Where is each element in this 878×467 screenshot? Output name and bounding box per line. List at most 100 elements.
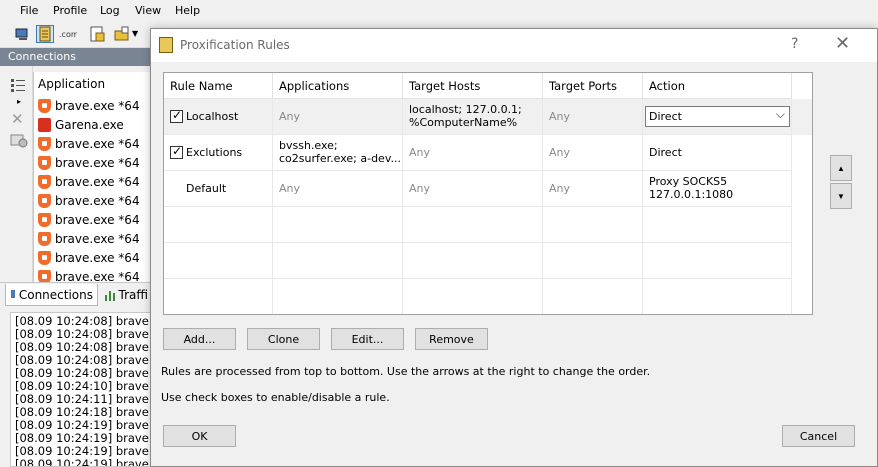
tab-traffic-label: Traffi [118,288,148,302]
rule-row-exclutions[interactable]: Exclutions bvssh.exe; co2surfer.exe; a-d… [164,135,812,171]
menu-log[interactable]: Log [100,4,120,17]
connections-header: Connections [0,48,152,66]
rule-apps-line-2: co2surfer.exe; a-dev... [279,152,401,165]
action-select[interactable]: Direct ⌵ [645,106,790,127]
clone-button[interactable]: Clone [247,328,320,350]
close-connection-icon[interactable]: ✕ [11,110,24,128]
tab-traffic[interactable]: Traffi [100,284,152,306]
brave-icon [38,155,51,170]
add-button[interactable]: Add... [163,328,236,350]
list-item[interactable]: brave.exe *64 [38,96,140,115]
application-name: brave.exe *64 [55,155,140,170]
side-toolbar: ▸ ✕ [0,66,33,282]
brave-icon [38,174,51,189]
new-profile-icon[interactable] [88,25,106,43]
cancel-button[interactable]: Cancel [782,425,855,447]
tab-connections-label: Connections [18,287,93,302]
application-name: brave.exe *64 [55,269,140,283]
ok-button[interactable]: OK [163,425,236,447]
brave-icon [38,136,51,151]
rule-target-hosts: Any [403,171,543,207]
traffic-tab-icon [105,291,115,301]
rules-icon[interactable] [36,25,54,43]
rule-name: Localhost [164,99,273,135]
menu-file[interactable]: File [20,4,38,17]
rule-name: Default [164,171,273,207]
rule-applications: bvssh.exe; co2surfer.exe; a-dev... [273,135,403,171]
empty-row [164,243,812,279]
settings-icon[interactable] [10,132,28,151]
open-profile-icon[interactable] [113,25,131,43]
application-name: brave.exe *64 [55,136,140,151]
rule-action: Proxy SOCKS5 127.0.0.1:1080 [643,171,792,207]
tab-connections[interactable]: Connections [5,284,98,306]
application-name: brave.exe *64 [55,250,140,265]
rule-applications: Any [273,171,403,207]
remove-button[interactable]: Remove [415,328,488,350]
edit-button[interactable]: Edit... [331,328,404,350]
chevron-down-icon[interactable]: ▼ [132,29,150,47]
empty-row [164,207,812,243]
column-action[interactable]: Action [643,73,792,99]
help-button[interactable]: ? [791,36,798,52]
list-item[interactable]: Garena.exe [38,115,124,134]
list-view-icon[interactable] [10,78,26,95]
application-name: brave.exe *64 [55,174,140,189]
application-column-header[interactable]: Application [38,77,105,91]
rules-icon [159,37,173,53]
rule-hosts-line-2: %ComputerName% [409,116,518,129]
proxification-rules-dialog: Proxification Rules ? ✕ Rule Name Applic… [150,28,878,467]
menu-view[interactable]: View [135,4,161,17]
brave-icon [38,250,51,265]
svg-text:.com: .com [59,30,77,39]
brave-icon [38,231,51,246]
dialog-title-bar: Proxification Rules ? ✕ [151,29,877,62]
rule-action: Direct [643,135,792,171]
list-item[interactable]: brave.exe *64 [38,172,140,191]
rule-target-hosts: Any [403,135,543,171]
move-up-button[interactable]: ▲ [830,155,852,181]
column-applications[interactable]: Applications [273,73,403,99]
column-target-hosts[interactable]: Target Hosts [403,73,543,99]
application-name: brave.exe *64 [55,231,140,246]
expand-arrow-icon[interactable]: ▸ [17,97,21,106]
column-rule-name[interactable]: Rule Name [164,73,273,99]
computer-icon[interactable] [14,25,32,43]
rule-target-ports: Any [543,135,643,171]
list-item[interactable]: brave.exe *64 [38,229,140,248]
dns-icon[interactable]: .com [58,25,79,43]
brave-icon [38,269,51,282]
close-icon[interactable]: ✕ [835,33,850,54]
info-order-text: Rules are processed from top to bottom. … [161,365,651,378]
brave-icon [38,193,51,208]
rule-action-line-1: Proxy SOCKS5 [649,175,728,188]
chevron-down-icon: ⌵ [775,107,785,121]
list-item[interactable]: brave.exe *64 [38,210,140,229]
rule-action-line-2: 127.0.0.1:1080 [649,188,734,201]
application-list: Application brave.exe *64 Garena.exe brave… [33,72,152,282]
list-item[interactable]: brave.exe *64 [38,191,140,210]
action-select-value: Direct [649,110,682,123]
connections-tab-icon [11,289,15,298]
rule-row-localhost[interactable]: Localhost Any localhost; 127.0.0.1; %Com… [164,99,812,135]
menu-bar: File Profile Log View Help [0,0,878,21]
rule-action-cell: Direct ⌵ [643,99,792,135]
panel-tabs: Connections Traffi [0,282,152,306]
info-checkbox-text: Use check boxes to enable/disable a rule… [161,391,390,404]
list-item[interactable]: brave.exe *64 [38,248,140,267]
rule-target-ports: Any [543,171,643,207]
rule-row-default[interactable]: Default Any Any Any Proxy SOCKS5 127.0.0… [164,171,812,207]
menu-profile[interactable]: Profile [53,4,87,17]
brave-icon [38,98,51,113]
empty-row [164,279,812,314]
list-item[interactable]: brave.exe *64 [38,134,140,153]
menu-help[interactable]: Help [175,4,200,17]
list-item[interactable]: brave.exe *64 [38,267,140,282]
application-name: brave.exe *64 [55,193,140,208]
dialog-title: Proxification Rules [180,38,290,52]
list-item[interactable]: brave.exe *64 [38,153,140,172]
column-target-ports[interactable]: Target Ports [543,73,643,99]
move-down-button[interactable]: ▼ [830,183,852,209]
brave-icon [38,212,51,227]
application-name: Garena.exe [55,117,124,132]
